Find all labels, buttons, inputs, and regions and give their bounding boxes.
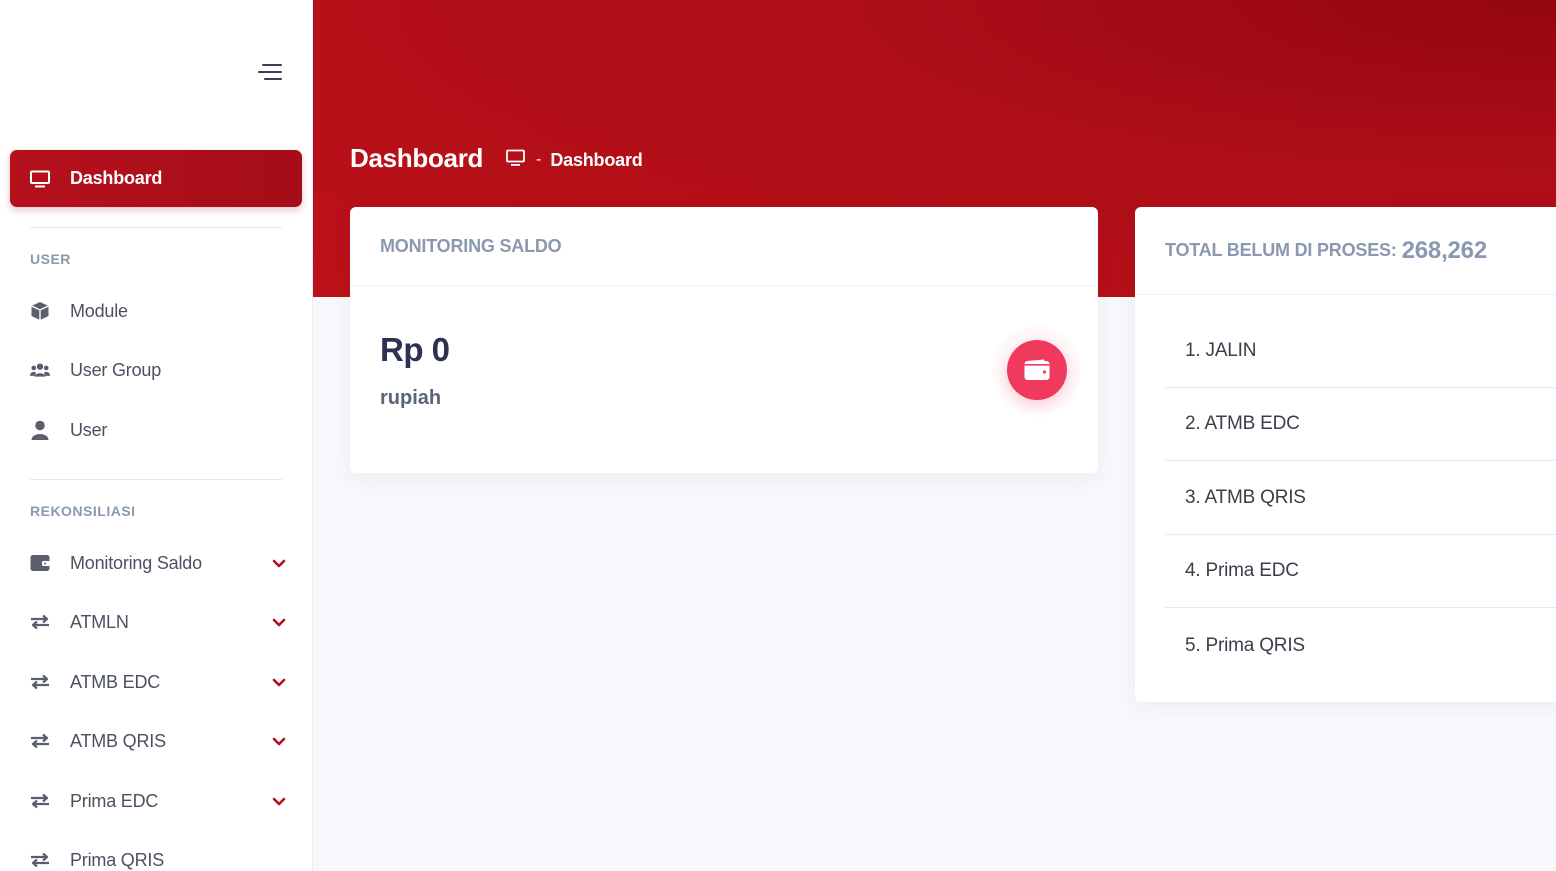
sidebar-item-atmb-qris[interactable]: ATMB QRIS	[0, 721, 312, 761]
card-header: MONITORING SALDO	[350, 207, 1098, 286]
list-item: 1. JALIN	[1165, 315, 1556, 388]
sidebar-item-label: ATMB EDC	[70, 671, 161, 692]
user-icon	[30, 420, 50, 440]
sidebar-item-atmln[interactable]: ATMLN	[0, 602, 312, 642]
monitor-icon[interactable]	[506, 149, 526, 172]
sidebar-item-label: Dashboard	[70, 168, 163, 188]
breadcrumb-current[interactable]: Dashboard	[550, 150, 642, 171]
menu-toggle-icon[interactable]	[258, 63, 282, 81]
section-label-rekonsiliasi: REKONSILIASI	[30, 503, 136, 519]
sidebar-item-prima-qris[interactable]: Prima QRIS	[0, 840, 312, 871]
sidebar-item-label: Monitoring Saldo	[70, 552, 202, 573]
sidebar-item-label: Module	[70, 300, 128, 321]
exchange-icon	[30, 731, 50, 751]
chevron-down-icon[interactable]	[272, 735, 286, 747]
sidebar-item-label: ATMB QRIS	[70, 730, 166, 751]
divider	[30, 479, 282, 480]
divider	[30, 227, 282, 228]
sidebar-item-label: User	[70, 419, 108, 440]
breadcrumb-separator: -	[536, 151, 542, 168]
users-icon	[30, 360, 50, 380]
exchange-icon	[30, 612, 50, 632]
sidebar-item-label: Prima QRIS	[70, 849, 165, 870]
sidebar-item-monitoring-saldo[interactable]: Monitoring Saldo	[0, 543, 312, 583]
sidebar-item-label: ATMLN	[70, 611, 129, 632]
list-item: 5. Prima QRIS	[1185, 634, 1305, 656]
exchange-icon	[30, 850, 50, 870]
card-title: TOTAL BELUM DI PROSES:	[1165, 240, 1397, 260]
exchange-icon	[30, 791, 50, 811]
list-item: 3. ATMB QRIS	[1165, 462, 1556, 535]
sidebar-item-prima-edc[interactable]: Prima EDC	[0, 781, 312, 821]
page-title: Dashboard	[350, 143, 484, 173]
breadcrumb: - Dashboard	[506, 148, 643, 172]
saldo-currency: rupiah	[380, 387, 442, 409]
list-item: 4. Prima EDC	[1165, 535, 1556, 608]
sidebar-item-dashboard[interactable]: Dashboard	[10, 150, 302, 207]
total-count: 268,262	[1401, 236, 1488, 264]
monitoring-saldo-card: MONITORING SALDO Rp 0 rupiah	[350, 207, 1098, 473]
wallet-icon	[30, 553, 50, 573]
sidebar-item-module[interactable]: Module	[0, 291, 312, 331]
monitor-icon	[30, 169, 50, 189]
saldo-amount: Rp 0	[380, 331, 450, 368]
card-title: MONITORING SALDO	[380, 235, 562, 256]
exchange-icon	[30, 672, 50, 692]
sidebar-item-label: Prima EDC	[70, 790, 159, 811]
chevron-down-icon[interactable]	[272, 557, 286, 569]
chevron-down-icon[interactable]	[272, 795, 286, 807]
sidebar: Dashboard USER Module User Group User RE…	[0, 0, 313, 871]
wallet-icon	[1007, 340, 1067, 400]
list-item: 2. ATMB EDC	[1165, 388, 1556, 461]
box-icon	[30, 301, 50, 321]
card-header: TOTAL BELUM DI PROSES: 268,262	[1135, 207, 1556, 295]
sidebar-item-atmb-edc[interactable]: ATMB EDC	[0, 662, 312, 702]
sidebar-item-label: User Group	[70, 359, 162, 380]
sidebar-item-user-group[interactable]: User Group	[0, 350, 312, 390]
total-belum-proses-card: TOTAL BELUM DI PROSES: 268,262 1. JALIN …	[1135, 207, 1556, 702]
section-label-user: USER	[30, 251, 71, 267]
sidebar-item-user[interactable]: User	[0, 410, 312, 450]
chevron-down-icon[interactable]	[272, 676, 286, 688]
chevron-down-icon[interactable]	[272, 616, 286, 628]
